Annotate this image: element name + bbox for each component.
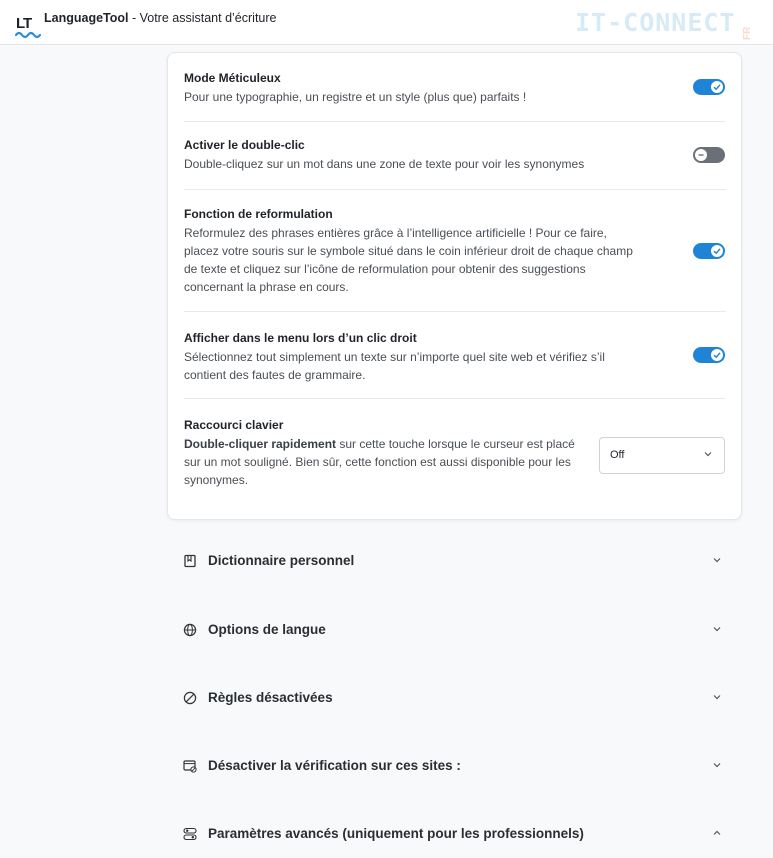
setting-title: Fonction de reformulation [184, 207, 333, 221]
app-subtitle: - Votre assistant d’écriture [128, 11, 277, 25]
chevron-down-icon [704, 452, 712, 457]
book-icon [184, 554, 196, 568]
setting-title: Afficher dans le menu lors d’un clic dro… [184, 331, 417, 345]
setting-description: Double-cliquer rapidement sur cette touc… [184, 435, 579, 489]
setting-description: Reformulez des phrases entières grâce à … [184, 226, 633, 294]
chevron-up-icon [713, 830, 721, 835]
logo-text: LT [16, 15, 32, 32]
setting-title: Mode Méticuleux [184, 71, 281, 85]
context-menu-toggle[interactable] [693, 347, 725, 363]
setting-doubleclick: Activer le double-clic Double-cliquez su… [184, 121, 726, 190]
setting-meticulous: Mode Méticuleux Pour une typographie, un… [184, 53, 726, 122]
check-icon [713, 84, 721, 91]
meticulous-toggle[interactable] [693, 79, 725, 95]
section-label: Désactiver la vérification sur ces sites… [208, 758, 461, 773]
watermark-suffix: FR [742, 26, 753, 40]
section-language-options[interactable]: Options de langue [167, 610, 740, 650]
section-label: Dictionnaire personnel [208, 553, 355, 568]
app-title: LanguageTool - Votre assistant d’écritur… [44, 11, 276, 25]
globe-icon [183, 623, 197, 637]
chevron-down-icon [713, 763, 721, 768]
check-icon [713, 248, 721, 255]
browser-blocked-icon [183, 760, 197, 773]
setting-shortcut: Raccourci clavier Double-cliquer rapidem… [184, 399, 726, 509]
top-bar: LT LanguageTool - Votre assistant d’écri… [0, 0, 773, 45]
sliders-icon [183, 827, 197, 841]
toggle-knob [711, 81, 723, 93]
chevron-down-icon [713, 695, 721, 700]
section-disabled-sites[interactable]: Désactiver la vérification sur ces sites… [167, 746, 740, 786]
section-label: Règles désactivées [208, 690, 333, 705]
description-emphasis: Double-cliquer rapidement [184, 437, 337, 451]
setting-description: Pour une typographie, un registre et un … [184, 90, 527, 104]
watermark: IT-CONNECT [575, 8, 736, 37]
setting-title: Raccourci clavier [184, 418, 284, 432]
logo-wave-icon [15, 31, 41, 39]
chevron-down-icon [713, 627, 721, 632]
toggle-knob [711, 349, 723, 361]
shortcut-select[interactable]: Off [599, 437, 725, 474]
settings-card: Mode Méticuleux Pour une typographie, un… [167, 52, 742, 520]
toggle-knob [695, 149, 707, 161]
setting-context-menu: Afficher dans le menu lors d’un clic dro… [184, 312, 726, 399]
toggle-knob [711, 245, 723, 257]
rephrase-toggle[interactable] [693, 243, 725, 259]
disabled-icon [183, 691, 197, 705]
setting-rephrase: Fonction de reformulation Reformulez des… [184, 190, 726, 312]
check-icon [713, 352, 721, 359]
section-label: Options de langue [208, 622, 326, 637]
setting-description: Double-cliquez sur un mot dans une zone … [184, 157, 585, 171]
minus-icon [698, 154, 704, 156]
languagetool-logo: LT [8, 9, 41, 39]
setting-title: Activer le double-clic [184, 138, 305, 152]
section-label: Paramètres avancés (uniquement pour les … [208, 826, 584, 841]
setting-description: Sélectionnez tout simplement un texte su… [184, 350, 605, 382]
chevron-down-icon [713, 558, 721, 563]
select-value: Off [610, 449, 625, 461]
section-personal-dictionary[interactable]: Dictionnaire personnel [167, 541, 740, 581]
section-disabled-rules[interactable]: Règles désactivées [167, 678, 740, 718]
brand-name: LanguageTool [44, 11, 129, 25]
section-advanced-settings[interactable]: Paramètres avancés (uniquement pour les … [167, 814, 740, 854]
doubleclick-toggle[interactable] [693, 147, 725, 163]
